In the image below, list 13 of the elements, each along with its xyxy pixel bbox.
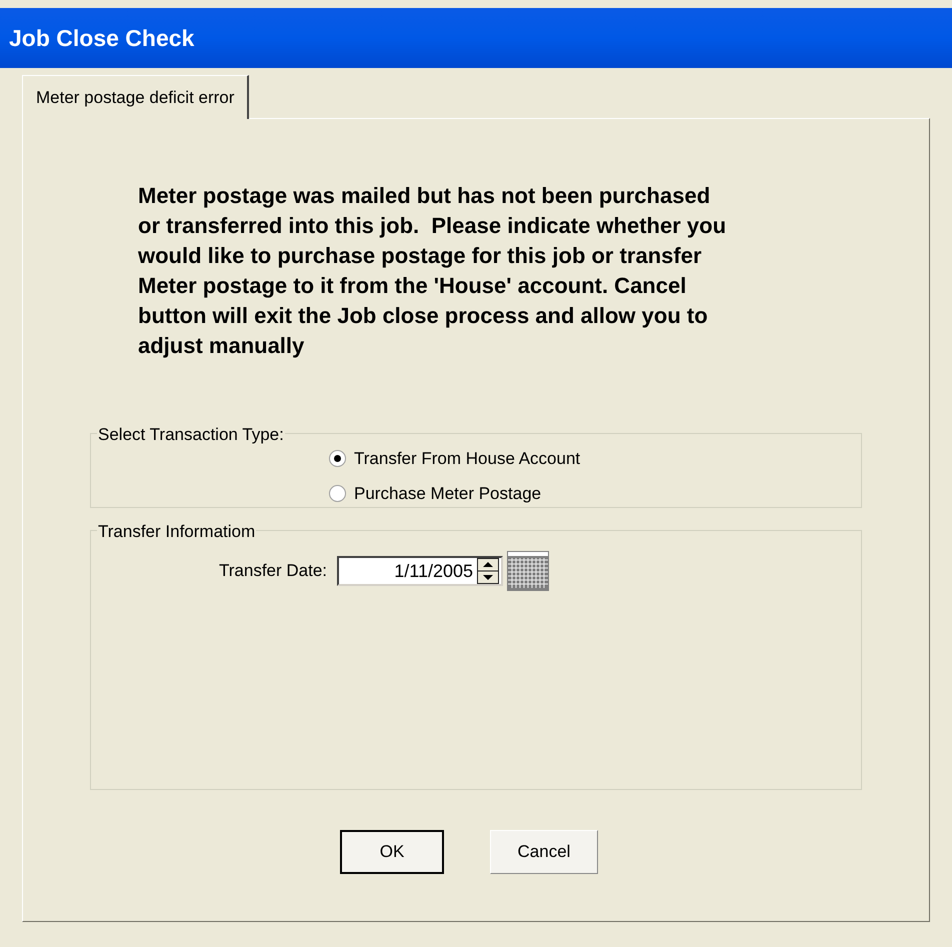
field-label: Transfer Date: — [219, 560, 328, 582]
ok-button[interactable]: OK — [340, 830, 444, 874]
calendar-icon[interactable] — [507, 551, 550, 591]
spinner-icon[interactable] — [477, 558, 500, 584]
radio-button[interactable] — [329, 450, 346, 468]
radio-label[interactable]: Transfer From House Account — [354, 446, 580, 472]
date-field[interactable]: 1/11/2005 — [337, 556, 504, 586]
message-text: Meter postage was mailed but has not been purchased or transferred into this job. Please indicate whether you would like to purchase postage for this job or transfer Meter postage to it from the 'House' account. Cancel button will exit the Job close process and allow you to adjust manually — [138, 182, 728, 360]
window-title: Job Close Check — [9, 24, 194, 53]
radio-label[interactable]: Purchase Meter Postage — [354, 480, 542, 506]
radio-button[interactable] — [329, 484, 346, 502]
tab[interactable]: Meter postage deficit error — [22, 75, 250, 119]
cancel-button[interactable]: Cancel — [490, 830, 598, 874]
